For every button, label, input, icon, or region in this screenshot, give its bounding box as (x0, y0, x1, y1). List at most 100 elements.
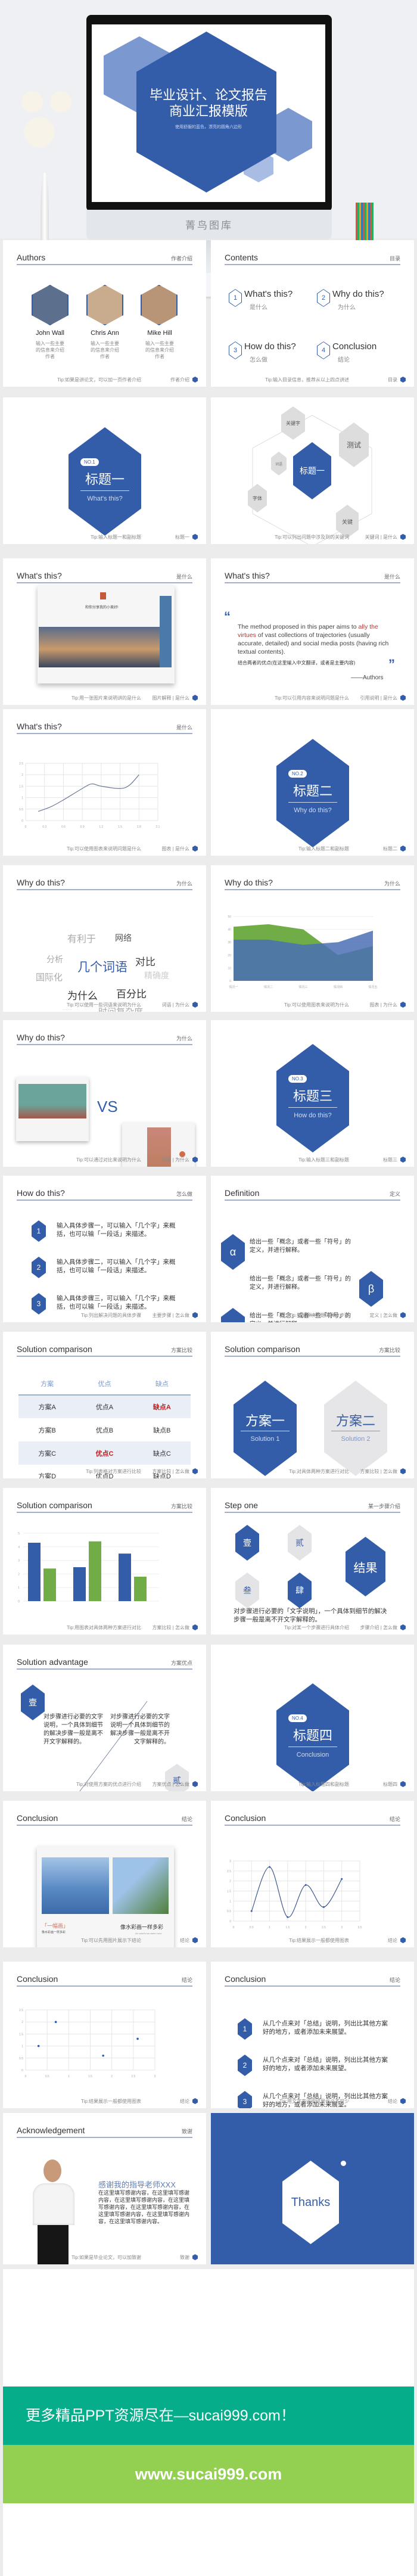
bar (134, 1576, 147, 1601)
y-tick-label: 0 (18, 1600, 20, 1604)
slide-tip: Tip:输入标题三和副标题 (298, 1157, 349, 1163)
slide-caption: 是什么 (176, 574, 192, 580)
x-tick-label: 0.5 (250, 1926, 254, 1929)
slide-title: Conclusion (225, 1813, 266, 1823)
contents-item[interactable]: 2 Why do this? 为什么 (317, 288, 400, 318)
slide-why-chart: Why do this? 为什么 0 10 20 30 40 50 情况一 情况二 情况三 情况四 情… (211, 865, 414, 1012)
data-point (287, 1916, 289, 1918)
author-photo-3 (141, 285, 178, 325)
contents-item[interactable]: 3 How do this? 怎么做 (229, 340, 312, 370)
conclusion-point: 2 从几个点来对「总结」说明，列出比其他方案好的地方，或者添加未来展望。 (238, 2055, 399, 2078)
slide-title: Authors (17, 253, 46, 262)
slide-title: Conclusion (225, 1974, 266, 1984)
slide-tip: Tip:可以使用图表来说明为什么 (284, 1002, 349, 1008)
slide-tip: Tip:列出解决问题的具体步骤 (80, 1313, 141, 1318)
hero-title-line2: 商业汇报模版 (169, 104, 248, 119)
y-tick-label: 0.5 (19, 808, 23, 812)
x-tick-label: 情况二 (264, 985, 273, 989)
slide-tag: 标题二 (383, 846, 397, 852)
slide-tip: Tip:结果展示一般都使用图表 (80, 2099, 141, 2104)
slide-tip: Tip:用文字来说明结果也必不可少 (279, 2099, 349, 2104)
area-chart: 0 10 20 30 40 50 情况一 情况二 情况三 情况四 情况五 (228, 915, 377, 989)
slide-title: What's this? (17, 722, 62, 731)
y-tick-label: 3 (18, 1559, 20, 1563)
contents-item[interactable]: 4 Conclusion 结论 (317, 340, 400, 370)
ack-body: 在这里填写感谢内容，在这里填写感谢内容，在这里填写感谢内容，在这里填写感谢内容，… (98, 2190, 190, 2224)
slide-keywords: 标题一 关键字 测试 词语 字体 关键 Tip:可以列出问题中涉及到的关键词 关键… (211, 397, 414, 544)
author-name: Chris Ann (91, 330, 119, 337)
point-text: 从几个点来对「总结」说明，列出比其他方案好的地方，或者添加未来展望。 (263, 2056, 388, 2072)
slide-tag: 目录 (388, 377, 397, 383)
symbol-badge-alpha: α (221, 1234, 245, 1270)
step-description: 对步骤进行必要的「文字说明」，一个具体到细节的解决步骤一般是离不开文字解释的。 (234, 1608, 387, 1623)
section-subtitle: What's this? (87, 495, 123, 502)
hero-subtitle: 使用舒服的蓝色，漂亮的圆角六边形 (175, 125, 242, 129)
step-badge: 壹 (235, 1525, 259, 1561)
slide-tag: 结论 (180, 1938, 189, 1943)
x-tick-label: 1.5 (285, 1926, 290, 1929)
table-cell: 优点A (95, 1404, 114, 1411)
data-point (102, 2054, 104, 2057)
ack-heading: 感谢我的指导老师XXX (98, 2180, 176, 2189)
slide-tip: Tip:可以引用内容来说明问题是什么 (274, 695, 349, 701)
table-row: 方案B 优点B 缺点B (18, 1418, 191, 1441)
y-tick-label: 0 (21, 819, 23, 823)
slide-section-4: NO.4 标题四 Conclusion Tip:输入标题四和副标题 标题四 (211, 1645, 414, 1791)
x-tick-label: 1.5 (88, 2075, 92, 2078)
slide-tag: 作者介绍 (170, 377, 189, 383)
section-hexagon: NO.2 标题二 Why do this? (276, 739, 349, 847)
x-tick-label: 情况三 (298, 985, 307, 989)
slide-caption: 某一步骤介绍 (368, 1503, 400, 1509)
slide-comparison-bar: Solution comparison 方案比较 0 1 2 3 4 5 Tip:用图表对具… (3, 1488, 206, 1635)
slide-caption: 结论 (389, 1977, 400, 1983)
slide-tip: Tip:可以使用图表来说明问题是什么 (66, 846, 141, 852)
table-row: 方案A 优点A 缺点A (18, 1395, 191, 1418)
promo-url[interactable]: www.sucai999.com (3, 2445, 414, 2503)
slide-tip: Tip:对具体两种方案进行对比 (288, 1469, 349, 1474)
contents-number: 3 (229, 342, 241, 359)
magazine-title: 像水彩画一样多彩 (120, 1924, 164, 1930)
contents-title: Conclusion (332, 341, 377, 352)
y-tick-label: 2.5 (19, 762, 23, 766)
slide-title: Solution comparison (225, 1344, 300, 1354)
slide-what-chart: What's this? 是什么 0 0.5 1 1.5 2 2.5 0 0.3 0.6 0.9 1.… (3, 709, 206, 856)
y-tick-label: 2.5 (227, 1870, 231, 1873)
slide-tag: 标题三 (383, 1157, 397, 1163)
slide-tag: 致谢 (180, 2255, 189, 2260)
slide-tip: Tip:可以列出问题中涉及到的关键词 (274, 535, 349, 540)
conclusion-point: 1 从几个点来对「总结」说明，列出比其他方案好的地方，或者添加未来展望。 (238, 2018, 399, 2042)
step-number-badge: 1 (32, 1220, 46, 1242)
decor-dot (341, 2161, 346, 2166)
y-tick-label: 2 (21, 773, 23, 777)
author-desc: 输入一些主要的信息来介绍作者 (145, 341, 174, 359)
slide-caption: 为什么 (176, 1036, 192, 1042)
hexagon-dot-icon (400, 2098, 406, 2104)
hexagon-dot-icon (192, 1002, 198, 1008)
slide-how: How do this? 怎么做 1 输入具体步骤一，可以输入「几个字」来概括，也… (3, 1176, 206, 1322)
x-tick-label: 情况五 (368, 985, 377, 989)
open-quote-icon: “ (224, 609, 231, 624)
word-cloud-item: 几个词语 (77, 961, 127, 974)
section-subtitle: How do this? (294, 1112, 332, 1119)
quote-text-pre: The method proposed in this paper aims t… (238, 623, 359, 630)
number-hexagon-icon: 1 (229, 289, 242, 307)
word-cloud-item: 百分比 (116, 989, 147, 1000)
slide-title: What's this? (17, 571, 62, 580)
magazine-subheading: 像水彩画一样多彩 (42, 1931, 66, 1934)
contents-item[interactable]: 1 What's this? 是什么 (229, 288, 312, 318)
magazine-text: 和你分享我的小美好! (85, 606, 119, 610)
contents-subtitle: 是什么 (250, 304, 267, 311)
data-point (341, 1878, 343, 1880)
slide-title: Solution comparison (17, 1344, 92, 1354)
slide-tip: Tip:用图表对具体两种方案进行对比 (66, 1625, 141, 1630)
slide-tag: 标题四 (383, 1782, 397, 1787)
slide-conclusion-image: Conclusion 结论 「一幅画」 像水彩画一样多彩 像水彩画一样多彩 As … (3, 1801, 206, 1947)
data-point (136, 2037, 139, 2040)
author-photo-2 (86, 285, 123, 325)
thanks-hexagon: Thanks (282, 2161, 339, 2244)
hexagon-dot-icon (192, 1157, 198, 1163)
contents-number: 2 (318, 290, 329, 306)
slide-tag: 定义 | 怎么做 (369, 1313, 397, 1318)
slide-tag: 词语 | 为什么 (161, 1157, 189, 1163)
definition-text: 给出一些「概念」或者一些「符号」的定义，并进行解释。 (250, 1276, 351, 1291)
